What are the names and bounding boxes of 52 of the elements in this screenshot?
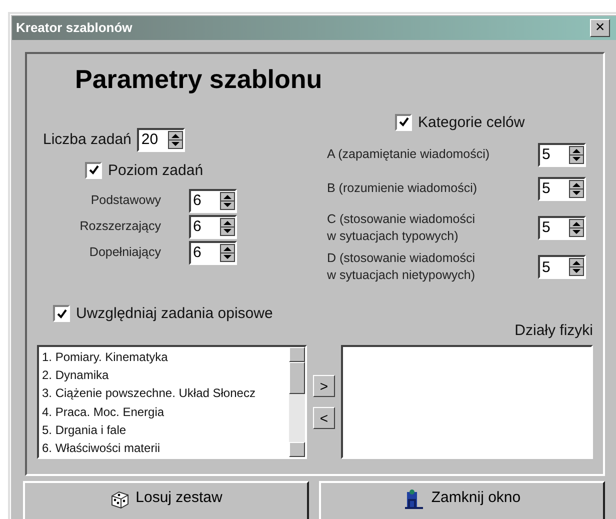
checkbox[interactable] [53,305,70,322]
action-button[interactable]: Losuj zestaw [23,481,309,519]
list-item[interactable]: 1. Pomiary. Kinematyka [42,348,286,366]
list-box[interactable]: 1. Pomiary. Kinematyka 2. Dynamika 3. Ciążenie powszechne. Układ Słonecz 4. Praca. Moc. Energia 5. Drgania i fale 6. Właściwości materii [37,345,307,460]
number-spinner[interactable]: 5 [538,216,586,240]
checkmark-icon [398,117,408,128]
number-spinner[interactable]: 5 [538,176,586,201]
spin-arrows-icon[interactable] [168,130,184,149]
number-spinner[interactable]: 6 [189,214,237,239]
checkmark-icon [88,165,98,176]
checkbox-label: Kategorie celów [418,114,525,131]
spin-arrows-icon[interactable] [220,244,235,262]
spin-arrows-icon[interactable] [569,258,584,276]
spin-arrows-icon[interactable] [220,218,235,236]
field-label: A (zapamiętanie wiadomości) [327,146,491,164]
action-button[interactable]: Zamknij okno [319,481,605,519]
spin-arrows-icon[interactable] [569,218,584,237]
heading: Parametry szablonu [74,64,324,96]
spin-arrows-icon[interactable] [569,180,584,198]
scrollbar[interactable] [289,347,305,458]
person-door-icon [403,489,426,509]
list-item[interactable]: 6. Właściwości materii [42,439,286,458]
number-spinner[interactable]: 20 [137,128,186,152]
checkbox-label: Poziom zadań [108,162,204,179]
close-button[interactable]: × [590,18,610,37]
dice-icon [110,489,130,509]
field-label: Liczba zadań [43,131,132,148]
field-label: D (stosowanie wiadomości w sytuacjach nietypowych) [327,250,476,284]
list-item[interactable]: 5. Drgania i fale [42,420,286,440]
spin-arrows-icon[interactable] [220,192,235,210]
field-label: Podstawowy [90,192,161,210]
field-label: B (rozumienie wiadomości) [327,180,478,198]
list-item[interactable]: 2. Dynamika [42,366,286,384]
checkbox[interactable] [395,114,412,131]
number-spinner[interactable]: 6 [189,188,237,213]
number-spinner[interactable]: 5 [538,142,586,167]
checkbox[interactable] [85,162,102,179]
move-button[interactable]: > [313,375,335,398]
checkbox-label: Uwzględniaj zadania opisowe [76,305,273,322]
number-spinner[interactable]: 5 [538,255,586,280]
list-label: Działy fizyki [514,322,593,340]
list-box[interactable] [341,345,593,460]
move-button[interactable]: < [313,407,335,430]
list-item[interactable]: 3. Ciążenie powszechne. Układ Słonecz [42,384,286,403]
field-label: Dopełniający [88,244,161,262]
window-title: Kreator szablonów [16,20,132,36]
field-label: Rozszerzający [78,218,161,236]
number-spinner[interactable]: 6 [189,240,237,265]
spin-arrows-icon[interactable] [569,146,584,164]
list-item[interactable]: 4. Praca. Moc. Energia [42,402,286,421]
field-label: C (stosowanie wiadomości w sytuacjach typowych) [327,210,476,244]
checkmark-icon [56,308,66,319]
